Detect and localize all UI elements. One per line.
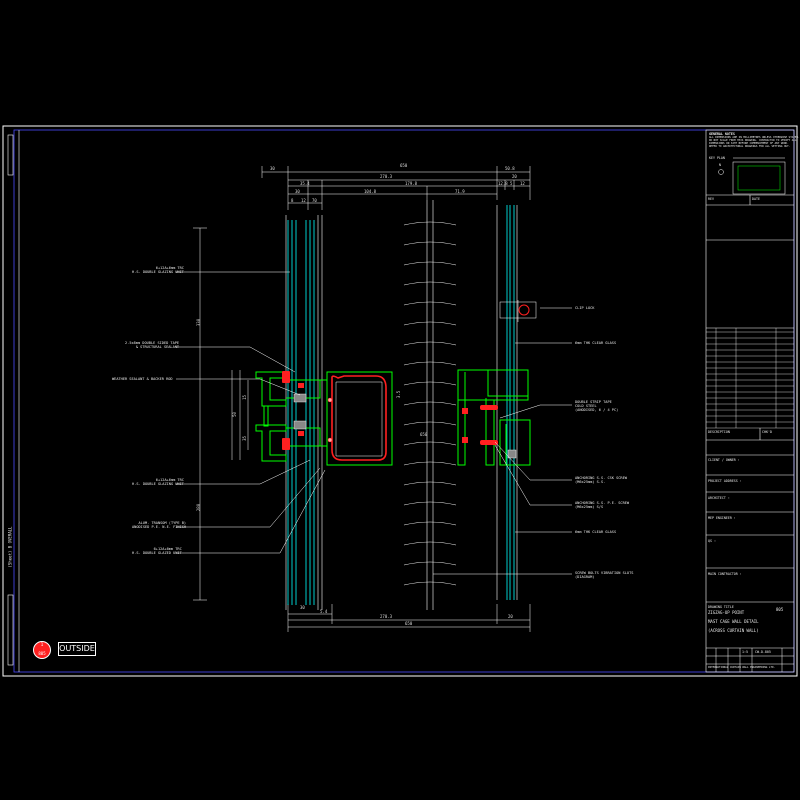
- tb-scale: 1:5: [742, 650, 748, 654]
- dim-top-70: 70: [312, 198, 317, 203]
- left-margin-marks: [7, 134, 14, 666]
- north-icon: N: [719, 163, 721, 167]
- dim-v-35: 35: [241, 436, 247, 441]
- tb-qs: QS :: [708, 539, 716, 543]
- dim-top-1798: 179.8: [405, 181, 418, 186]
- dim-bottom-20: 20: [508, 614, 513, 619]
- left-vertical-dimension-lines: [193, 227, 249, 601]
- marker-sheet: 805: [38, 651, 46, 656]
- clip-lock: [499, 300, 537, 322]
- tb-cell-date: DATE: [752, 197, 760, 201]
- key-plan: [718, 157, 786, 195]
- outside-label: OUTSIDE: [58, 642, 96, 656]
- dim-top-508: 50.8: [505, 166, 515, 171]
- right-bracket-profile: [457, 369, 531, 466]
- dim-top-20: 20: [512, 174, 517, 179]
- top-dimension-lines: [261, 166, 531, 210]
- dim-center-650: 650: [420, 432, 428, 437]
- tb-notes-line-4: REFER TO ARCHITECTURAL DRAWINGS FOR ALL …: [709, 145, 791, 148]
- tb-dwg-no: CW-D-805: [755, 650, 771, 654]
- dim-v-50: 50: [231, 412, 237, 417]
- revision-table: [706, 328, 794, 429]
- cad-drawing-canvas: [2, 125, 798, 677]
- dim-top-2703: 270.3: [380, 174, 393, 179]
- note-right-glass-bottom: 6mm THK CLEAR GLASS: [575, 530, 617, 534]
- vibration-rod: [403, 200, 457, 610]
- central-mullion: [320, 371, 393, 466]
- left-glazing-edges: [285, 215, 323, 610]
- dim-v-35b: 3.5: [396, 390, 402, 399]
- tb-sheet-no: 805: [776, 607, 784, 612]
- dim-top-12b: 12: [301, 198, 306, 203]
- tb-title-line-1: ZIGZAG-UP POINT: [708, 610, 745, 615]
- tb-key-plan: KEY PLAN: [709, 156, 725, 160]
- right-glass-panel: [506, 205, 515, 600]
- dim-top-719: 71.9: [455, 189, 465, 194]
- dim-bottom-2703: 270.3: [380, 614, 393, 619]
- tb-project: PROJECT ADDRESS :: [708, 479, 742, 483]
- dim-top-30: 30: [270, 166, 275, 171]
- dim-v-280: 280: [196, 503, 202, 512]
- note-left-glazing-top: 6+12A+6mm TRC H.S. DOUBLE GLAZING UNIT: [132, 266, 184, 274]
- right-fixings: [462, 405, 498, 445]
- tb-cell-rev: REV: [708, 197, 714, 201]
- note-left-tape: 2.5x8mm DOUBLE SIDED TAPE & STRUCTURAL S…: [125, 341, 180, 349]
- leader-lines-right: [433, 307, 572, 575]
- note-left-sealant: WEATHER SEALANT & BACKER ROD: [112, 377, 173, 381]
- dim-top-354: 35.4: [300, 181, 310, 186]
- right-setting-block: [507, 449, 517, 459]
- dim-top-1048: 104.8: [364, 189, 377, 194]
- left-gaskets: [282, 371, 304, 450]
- note-right-tape: DOUBLE STRIP TAPE COLD STEEL (ANODISED, …: [575, 400, 619, 412]
- note-left-glazing-bottom: 6+12A+6mm TRC H.S. DOUBLE GLAZED UNIT: [132, 547, 182, 555]
- dim-bottom-54: 5.4: [320, 609, 328, 614]
- dim-top-12: 12: [520, 181, 525, 186]
- tb-cell-chkd: CHK'D: [762, 430, 772, 434]
- tb-client: CLIENT / OWNER :: [708, 458, 740, 462]
- tb-footer: INTERNATIONAL CURTAIN WALL ENGINEERING L…: [708, 666, 776, 669]
- side-sheet-label: (Sheet) B OVERALL: [7, 526, 13, 568]
- title-block-frame: [705, 129, 795, 673]
- tb-architect: ARCHITECT :: [708, 496, 730, 500]
- note-right-glass-top: 6mm THK CLEAR GLASS: [575, 341, 617, 345]
- dim-top-650: 650: [400, 163, 408, 168]
- dim-v-15: 15: [241, 395, 247, 400]
- marker-number: 1: [40, 643, 44, 648]
- left-glazing-unit: [287, 220, 315, 605]
- dim-top-30b: 30: [295, 189, 300, 194]
- note-right-pe-screw: ANCHORING S.S. P.E. SCREW (M6x25mm) S/S: [575, 501, 630, 509]
- dim-v-330: 330: [196, 318, 202, 327]
- tb-consultant: MEP ENGINEER :: [708, 516, 736, 520]
- tb-title-label: DRAWING TITLE: [708, 605, 734, 609]
- note-right-csk-screw: ANCHORING S.S. CSK SCREW (M6x25mm) S.S.: [575, 476, 627, 484]
- note-right-clip-lock: CLIP LOCK: [575, 306, 595, 310]
- note-left-transom: ALUM. TRANSOM (TYPE B) ANODISED P.E. N.E…: [132, 521, 187, 529]
- section-marker: 1 805: [33, 641, 51, 659]
- dim-bottom-30: 30: [300, 605, 305, 610]
- dim-top-128: 12.8: [498, 181, 508, 186]
- note-left-glazing-mid: 6+12A+6mm TRC H.S. DOUBLE GLAZING UNIT: [132, 478, 184, 486]
- dim-top-5: 5: [510, 181, 513, 186]
- tb-title-line-2: MAST CAGE WALL DETAIL: [708, 619, 759, 624]
- tb-cell-desc: DESCRIPTION: [708, 430, 730, 434]
- tb-contractor: MAIN CONTRACTOR :: [708, 572, 742, 576]
- dim-top-8: 8: [291, 198, 294, 203]
- note-right-bolts: SCREW BOLTS VIBRATION SLOTS (DIAGRAM): [575, 571, 634, 579]
- tb-title-line-3: (ACROSS CURTAIN WALL): [708, 628, 759, 633]
- dim-bottom-650: 650: [405, 621, 413, 626]
